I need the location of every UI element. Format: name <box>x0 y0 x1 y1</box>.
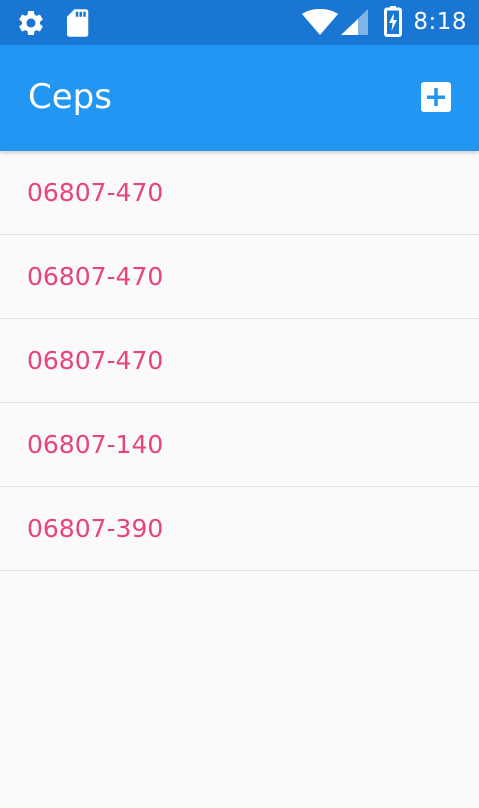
add-cep-button[interactable] <box>417 78 457 118</box>
app-bar: Ceps <box>0 45 479 151</box>
signal-icon <box>341 9 368 35</box>
list-item[interactable]: 06807-470 <box>0 235 479 319</box>
cep-list: 06807-470 06807-470 06807-470 06807-140 … <box>0 151 479 571</box>
cep-label: 06807-470 <box>27 262 164 291</box>
list-item[interactable]: 06807-390 <box>0 487 479 571</box>
gear-icon <box>19 10 43 35</box>
cep-label: 06807-470 <box>27 178 164 207</box>
wifi-icon <box>302 9 338 35</box>
add-box-icon <box>421 82 451 112</box>
list-item[interactable]: 06807-470 <box>0 151 479 235</box>
list-item[interactable]: 06807-140 <box>0 403 479 487</box>
cep-label: 06807-470 <box>27 346 164 375</box>
cep-label: 06807-140 <box>27 430 164 459</box>
battery-charging-icon <box>384 6 402 37</box>
page-title: Ceps <box>28 77 112 117</box>
cep-label: 06807-390 <box>27 514 164 543</box>
status-bar: 8:18 <box>0 0 479 45</box>
sd-card-icon <box>67 9 89 37</box>
list-item[interactable]: 06807-470 <box>0 319 479 403</box>
status-time: 8:18 <box>413 9 467 35</box>
